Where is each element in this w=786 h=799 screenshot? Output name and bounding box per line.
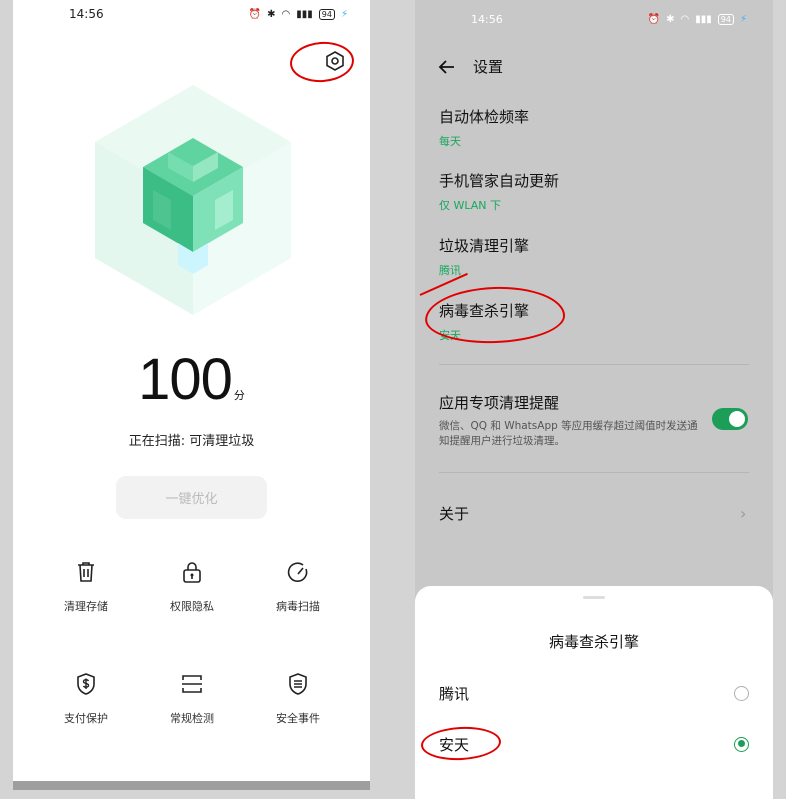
battery-indicator: 94 [318,8,335,20]
nav-bar: 设置 [437,56,503,77]
setting-auto-check-frequency[interactable]: 自动体检频率 每天 [439,106,529,149]
status-time: 14:56 [69,7,104,21]
divider [439,364,749,365]
sheet-handle[interactable] [583,596,605,599]
tool-label: 常规检测 [170,712,214,725]
toggle-knob [729,411,745,427]
status-bar: 14:56 ⏰ ✱ ◠ ▮▮▮ 94 ⚡ [13,0,370,28]
trash-icon [78,562,94,582]
tool-permission-privacy[interactable]: 权限隐私 [139,560,245,614]
tool-label: 安全事件 [276,712,320,725]
score-unit: 分 [233,389,245,402]
phone-manager-home-screen: 14:56 ⏰ ✱ ◠ ▮▮▮ 94 ⚡ 100 分 正在扫描: 可清理垃圾 一… [13,0,370,790]
shield-list-icon [289,673,307,695]
setting-junk-clean-engine[interactable]: 垃圾清理引擎 腾讯 [439,235,529,278]
bottom-strip [13,781,370,790]
alarm-icon: ⏰ [248,8,262,20]
setting-value: 腾讯 [439,264,461,277]
page-title: 设置 [473,58,504,76]
status-bar: 14:56 ⏰ ✱ ◠ ▮▮▮ 94 ⚡ [415,0,773,38]
option-tencent[interactable]: 腾讯 [439,681,749,705]
radio-button-selected[interactable] [734,736,749,752]
charging-icon: ⚡ [340,8,348,20]
tool-routine-check[interactable]: 常规检测 [139,672,245,726]
setting-description: 微信、QQ 和 WhatsApp 等应用缓存超过阈值时发送通知提醒用户进行垃圾清… [439,420,698,447]
bluetooth-icon: ✱ [666,13,675,25]
scan-icon [182,675,202,693]
tool-label: 清理存储 [64,600,108,613]
setting-title: 自动体检频率 [439,108,530,126]
setting-about[interactable]: 关于 [439,503,469,524]
tool-label: 支付保护 [64,712,108,725]
tool-security-events[interactable]: 安全事件 [245,672,351,726]
setting-title: 垃圾清理引擎 [439,237,530,255]
back-arrow-icon[interactable] [437,57,457,77]
setting-value: 仅 WLAN 下 [439,199,502,212]
divider [439,472,749,473]
tool-virus-scan[interactable]: 病毒扫描 [245,560,351,614]
setting-app-clean-reminder: 应用专项清理提醒 微信、QQ 和 WhatsApp 等应用缓存超过阈值时发送通知… [439,392,699,449]
alarm-icon: ⏰ [647,13,661,25]
score-display: 100 分 [13,346,370,413]
tool-clean-storage[interactable]: 清理存储 [33,560,139,614]
lock-icon [183,562,201,583]
option-label: 腾讯 [439,684,470,703]
reminder-toggle[interactable] [712,408,748,430]
dollar-shield-icon [77,673,95,695]
gauge-icon [287,562,308,582]
score-value: 100 [138,347,233,412]
status-icons: ⏰ ✱ ◠ ▮▮▮ 94 ⚡ [647,13,747,25]
signal-icon: ▮▮▮ [296,8,313,20]
scan-status-text: 正在扫描: 可清理垃圾 [128,434,255,449]
setting-auto-update[interactable]: 手机管家自动更新 仅 WLAN 下 [439,170,559,213]
sheet-title: 病毒查杀引擎 [548,633,639,651]
charging-icon: ⚡ [739,13,747,25]
security-cube-illustration [95,85,291,315]
status-icons: ⏰ ✱ ◠ ▮▮▮ 94 ⚡ [248,8,348,20]
tool-label: 权限隐私 [170,600,214,613]
radio-button[interactable] [734,685,749,701]
signal-icon: ▮▮▮ [695,13,712,25]
bluetooth-icon: ✱ [267,8,276,20]
engine-picker-sheet: 病毒查杀引擎 腾讯 安天 [415,586,773,799]
tool-payment-protection[interactable]: 支付保护 [33,672,139,726]
battery-indicator: 94 [717,13,734,25]
tool-label: 病毒扫描 [276,600,320,613]
status-time: 14:56 [471,12,503,26]
wifi-icon: ◠ [281,8,291,20]
chevron-right-icon: › [740,504,747,523]
setting-title: 关于 [439,505,470,523]
wifi-icon: ◠ [680,13,690,25]
setting-title: 手机管家自动更新 [439,172,560,190]
one-click-optimize-button[interactable]: 一键优化 [116,476,267,519]
setting-value: 每天 [439,135,461,148]
settings-screen: 14:56 ⏰ ✱ ◠ ▮▮▮ 94 ⚡ 设置 自动体检频率 每天 手机管家自动… [415,0,773,799]
setting-title: 应用专项清理提醒 [439,394,560,412]
